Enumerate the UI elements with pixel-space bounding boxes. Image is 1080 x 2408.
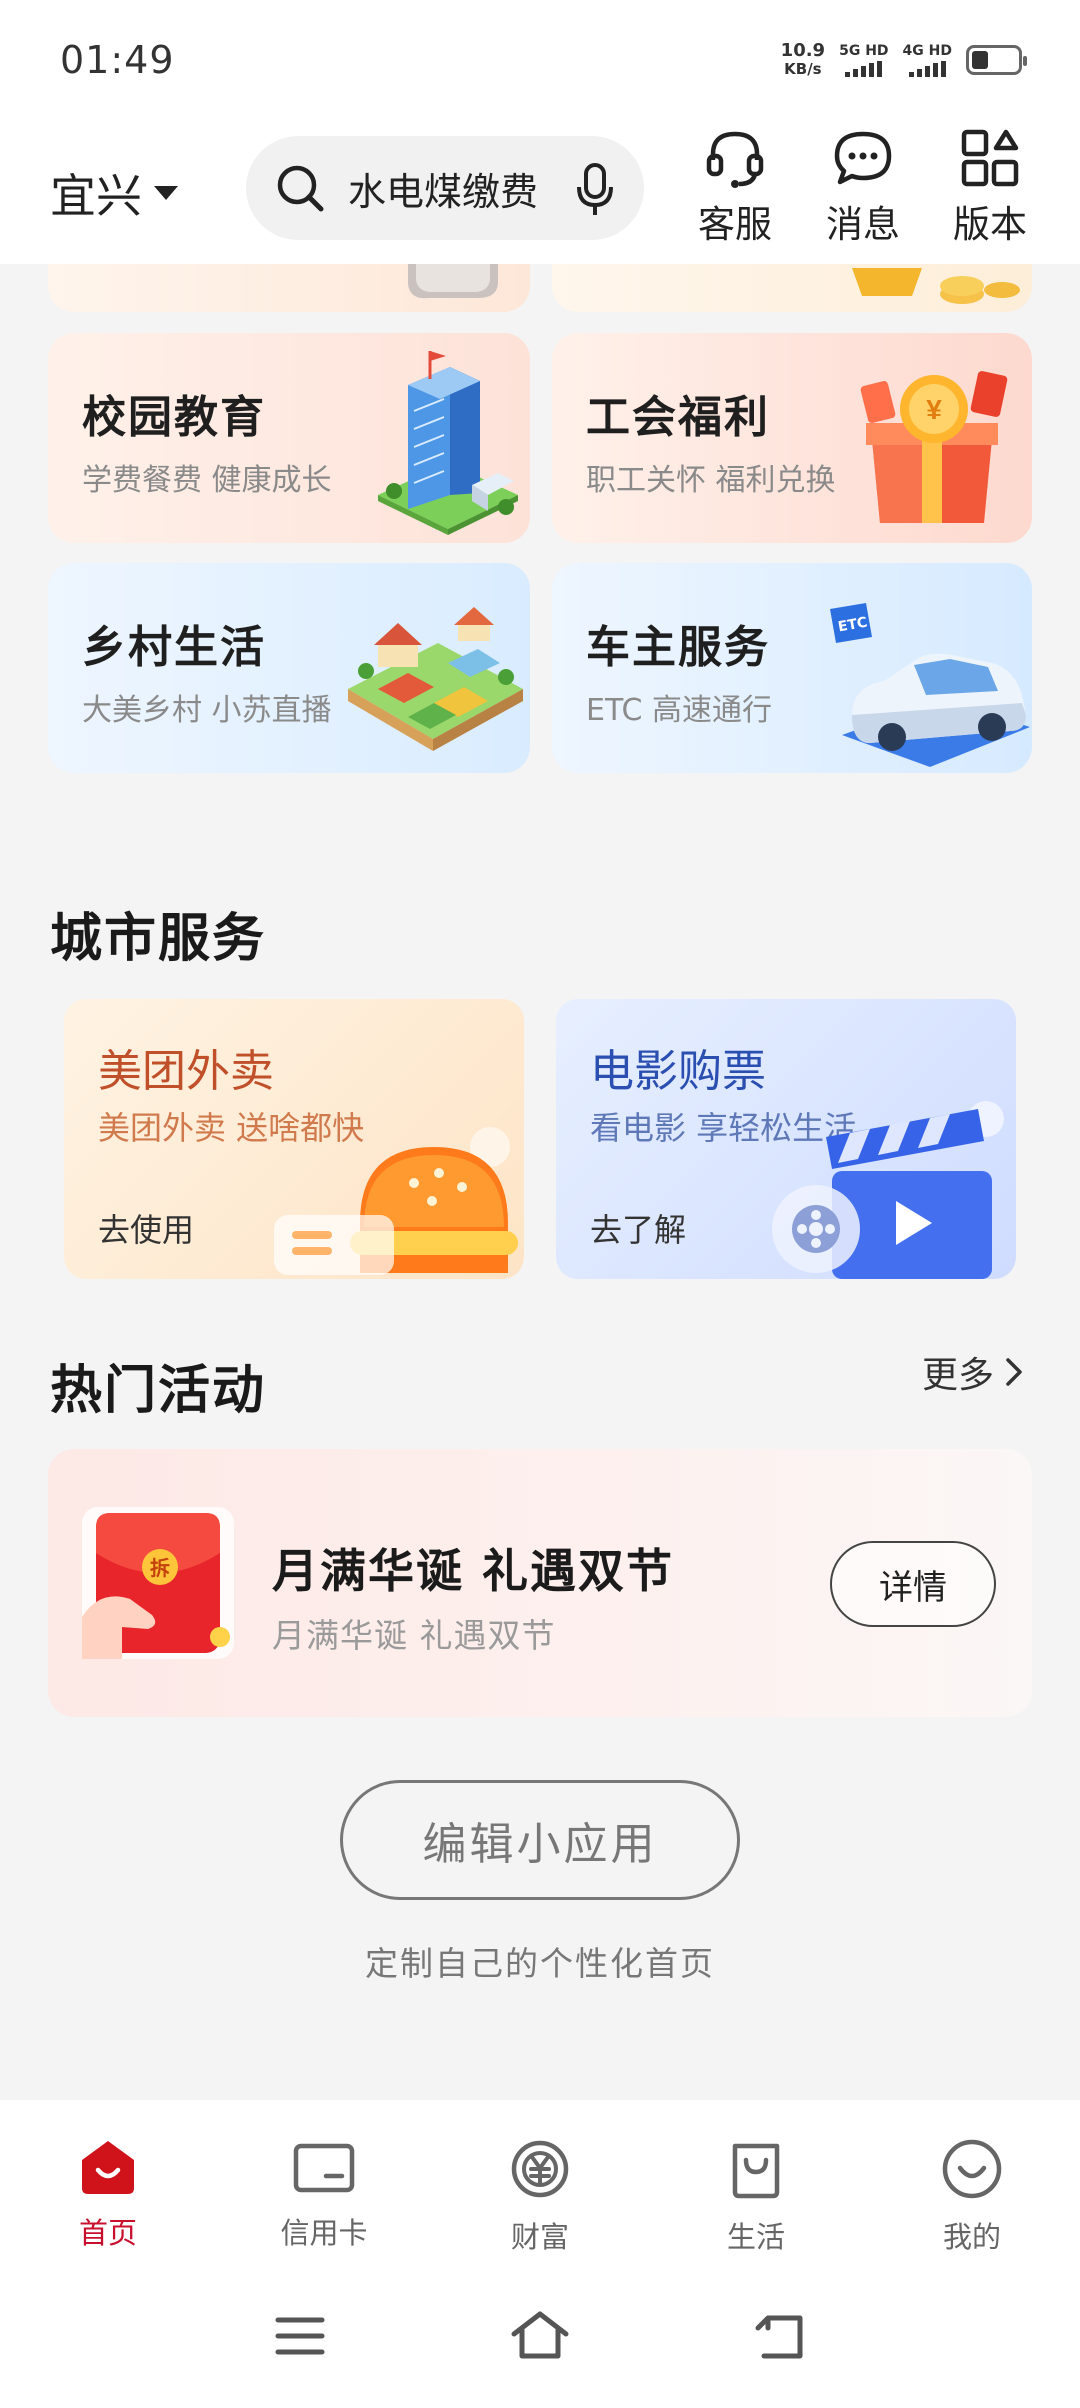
search-icon (277, 165, 324, 212)
card-illustration (408, 264, 498, 299)
service-title: 电影购票 (590, 1046, 766, 1097)
microphone-icon[interactable] (576, 162, 614, 218)
tab-home[interactable]: 首页 (28, 2138, 188, 2252)
gold-coins-illustration (852, 268, 1020, 304)
search-placeholder: 水电煤缴费 (348, 169, 539, 214)
network-speed: 10.9 KB/s (780, 40, 826, 79)
service-card-movie-tickets[interactable]: 电影购票 看电影 享轻松生活 去了解 (556, 999, 1016, 1279)
edit-mini-apps-button[interactable]: 编辑小应用 (340, 1780, 740, 1900)
tab-wealth[interactable]: 财富 (460, 2138, 620, 2256)
tab-label: 财富 (510, 2220, 569, 2254)
gift-box-icon: ¥ (860, 371, 1008, 523)
version-switch-button[interactable]: 版本 (940, 126, 1040, 248)
app-home-screen: 01:49 10.9 KB/s 5G HD 4G HD 宜兴 水电煤缴费 客服 … (0, 0, 1080, 2408)
headset-icon (706, 131, 764, 188)
signal-sim2-icon: 4G HD (903, 44, 952, 77)
service-card-meituan[interactable]: 美团外卖 美团外卖 送啥都快 去使用 (64, 999, 524, 1279)
partial-card-left[interactable] (48, 264, 530, 312)
activity-title: 月满华诞 礼遇双节 (272, 1544, 675, 1598)
feature-card-rural-life[interactable]: 乡村生活 大美乡村 小苏直播 (48, 563, 530, 773)
status-indicators: 10.9 KB/s 5G HD 4G HD (780, 40, 1027, 79)
menu-icon[interactable] (272, 2308, 328, 2364)
sim2-label: 4G HD (902, 42, 952, 59)
feature-card-union-welfare[interactable]: 工会福利 职工关怀 福利兑换 ¥ (552, 333, 1032, 543)
burger-icon (274, 1127, 518, 1275)
card-subtitle: 大美乡村 小苏直播 (82, 693, 332, 728)
city-selector[interactable]: 宜兴 (50, 160, 178, 226)
signal-sim1-icon: 5G HD (839, 42, 889, 77)
status-time: 01:49 (60, 38, 175, 82)
messages-label: 消息 (826, 203, 900, 246)
net-speed-unit: KB/s (784, 60, 822, 78)
system-nav-bar (0, 2280, 1080, 2408)
feature-card-car-owner-service[interactable]: 车主服务 ETC 高速通行 ETC (552, 563, 1032, 773)
card-subtitle: 学费餐费 健康成长 (82, 463, 332, 498)
tab-mine[interactable]: 我的 (892, 2138, 1052, 2256)
card-subtitle: ETC 高速通行 (586, 693, 773, 728)
card-subtitle: 职工关怀 福利兑换 (586, 463, 836, 498)
activity-detail-button[interactable]: 详情 (830, 1541, 996, 1627)
battery-icon (966, 45, 1027, 75)
card-title: 乡村生活 (82, 622, 266, 673)
clapperboard-icon (772, 1101, 1004, 1279)
activity-card[interactable]: 拆 月满华诞 礼遇双节 月满华诞 礼遇双节 详情 (48, 1449, 1032, 1717)
red-envelope-icon: 拆 (82, 1507, 234, 1659)
envelope-char: 拆 (150, 1556, 170, 1580)
credit-card-icon (293, 2143, 355, 2193)
card-title: 车主服务 (586, 622, 770, 673)
village-farm-icon (348, 607, 523, 751)
service-action[interactable]: 去了解 (590, 1205, 686, 1251)
tab-label: 我的 (942, 2220, 1001, 2254)
partial-card-right[interactable] (552, 264, 1032, 312)
tab-label: 信用卡 (280, 2216, 368, 2250)
feature-card-campus-education[interactable]: 校园教育 学费餐费 健康成长 (48, 333, 530, 543)
status-bar: 01:49 10.9 KB/s 5G HD 4G HD (0, 0, 1080, 112)
net-speed-value: 10.9 (780, 40, 826, 61)
service-action[interactable]: 去使用 (98, 1205, 194, 1251)
home-nav-icon[interactable] (510, 2308, 570, 2364)
messages-button[interactable]: 消息 (813, 126, 913, 248)
school-building-icon (378, 351, 518, 535)
city-label: 宜兴 (50, 169, 142, 223)
card-title: 校园教育 (82, 392, 266, 443)
svg-text:¥: ¥ (926, 394, 942, 425)
chat-bubble-icon (834, 131, 892, 185)
sim1-label: 5G HD (839, 42, 889, 59)
version-label: 版本 (953, 203, 1027, 246)
customer-service-button[interactable]: 客服 (685, 126, 785, 248)
home-icon (82, 2141, 134, 2194)
smiley-icon (942, 2139, 1002, 2199)
tab-label: 首页 (78, 2216, 137, 2250)
more-activities-link[interactable]: 更多 (922, 1346, 1024, 1398)
tab-credit-card[interactable]: 信用卡 (244, 2138, 404, 2252)
switch-version-icon (961, 129, 1019, 187)
wealth-icon (511, 2140, 569, 2198)
card-title: 工会福利 (586, 392, 770, 443)
tab-life[interactable]: 生活 (676, 2138, 836, 2256)
customer-service-label: 客服 (698, 203, 772, 246)
bottom-tab-bar: 首页 信用卡 财富 生活 我的 (0, 2100, 1080, 2280)
activity-subtitle: 月满华诞 礼遇双节 (272, 1616, 556, 1655)
section-title-city-services: 城市服务 (50, 909, 267, 969)
customize-hint: 定制自己的个性化首页 (365, 1944, 715, 1983)
chevron-right-icon (1006, 1358, 1022, 1386)
shopping-bag-icon (732, 2143, 780, 2199)
tab-label: 生活 (726, 2220, 785, 2254)
search-bar[interactable]: 水电煤缴费 (246, 136, 644, 240)
service-title: 美团外卖 (98, 1046, 274, 1097)
section-title-hot-activities: 热门活动 (50, 1361, 267, 1421)
more-label: 更多 (921, 1355, 994, 1396)
back-icon[interactable] (752, 2308, 808, 2364)
caret-down-icon (154, 186, 178, 200)
top-header: 宜兴 水电煤缴费 客服 消息 版本 (0, 112, 1080, 264)
